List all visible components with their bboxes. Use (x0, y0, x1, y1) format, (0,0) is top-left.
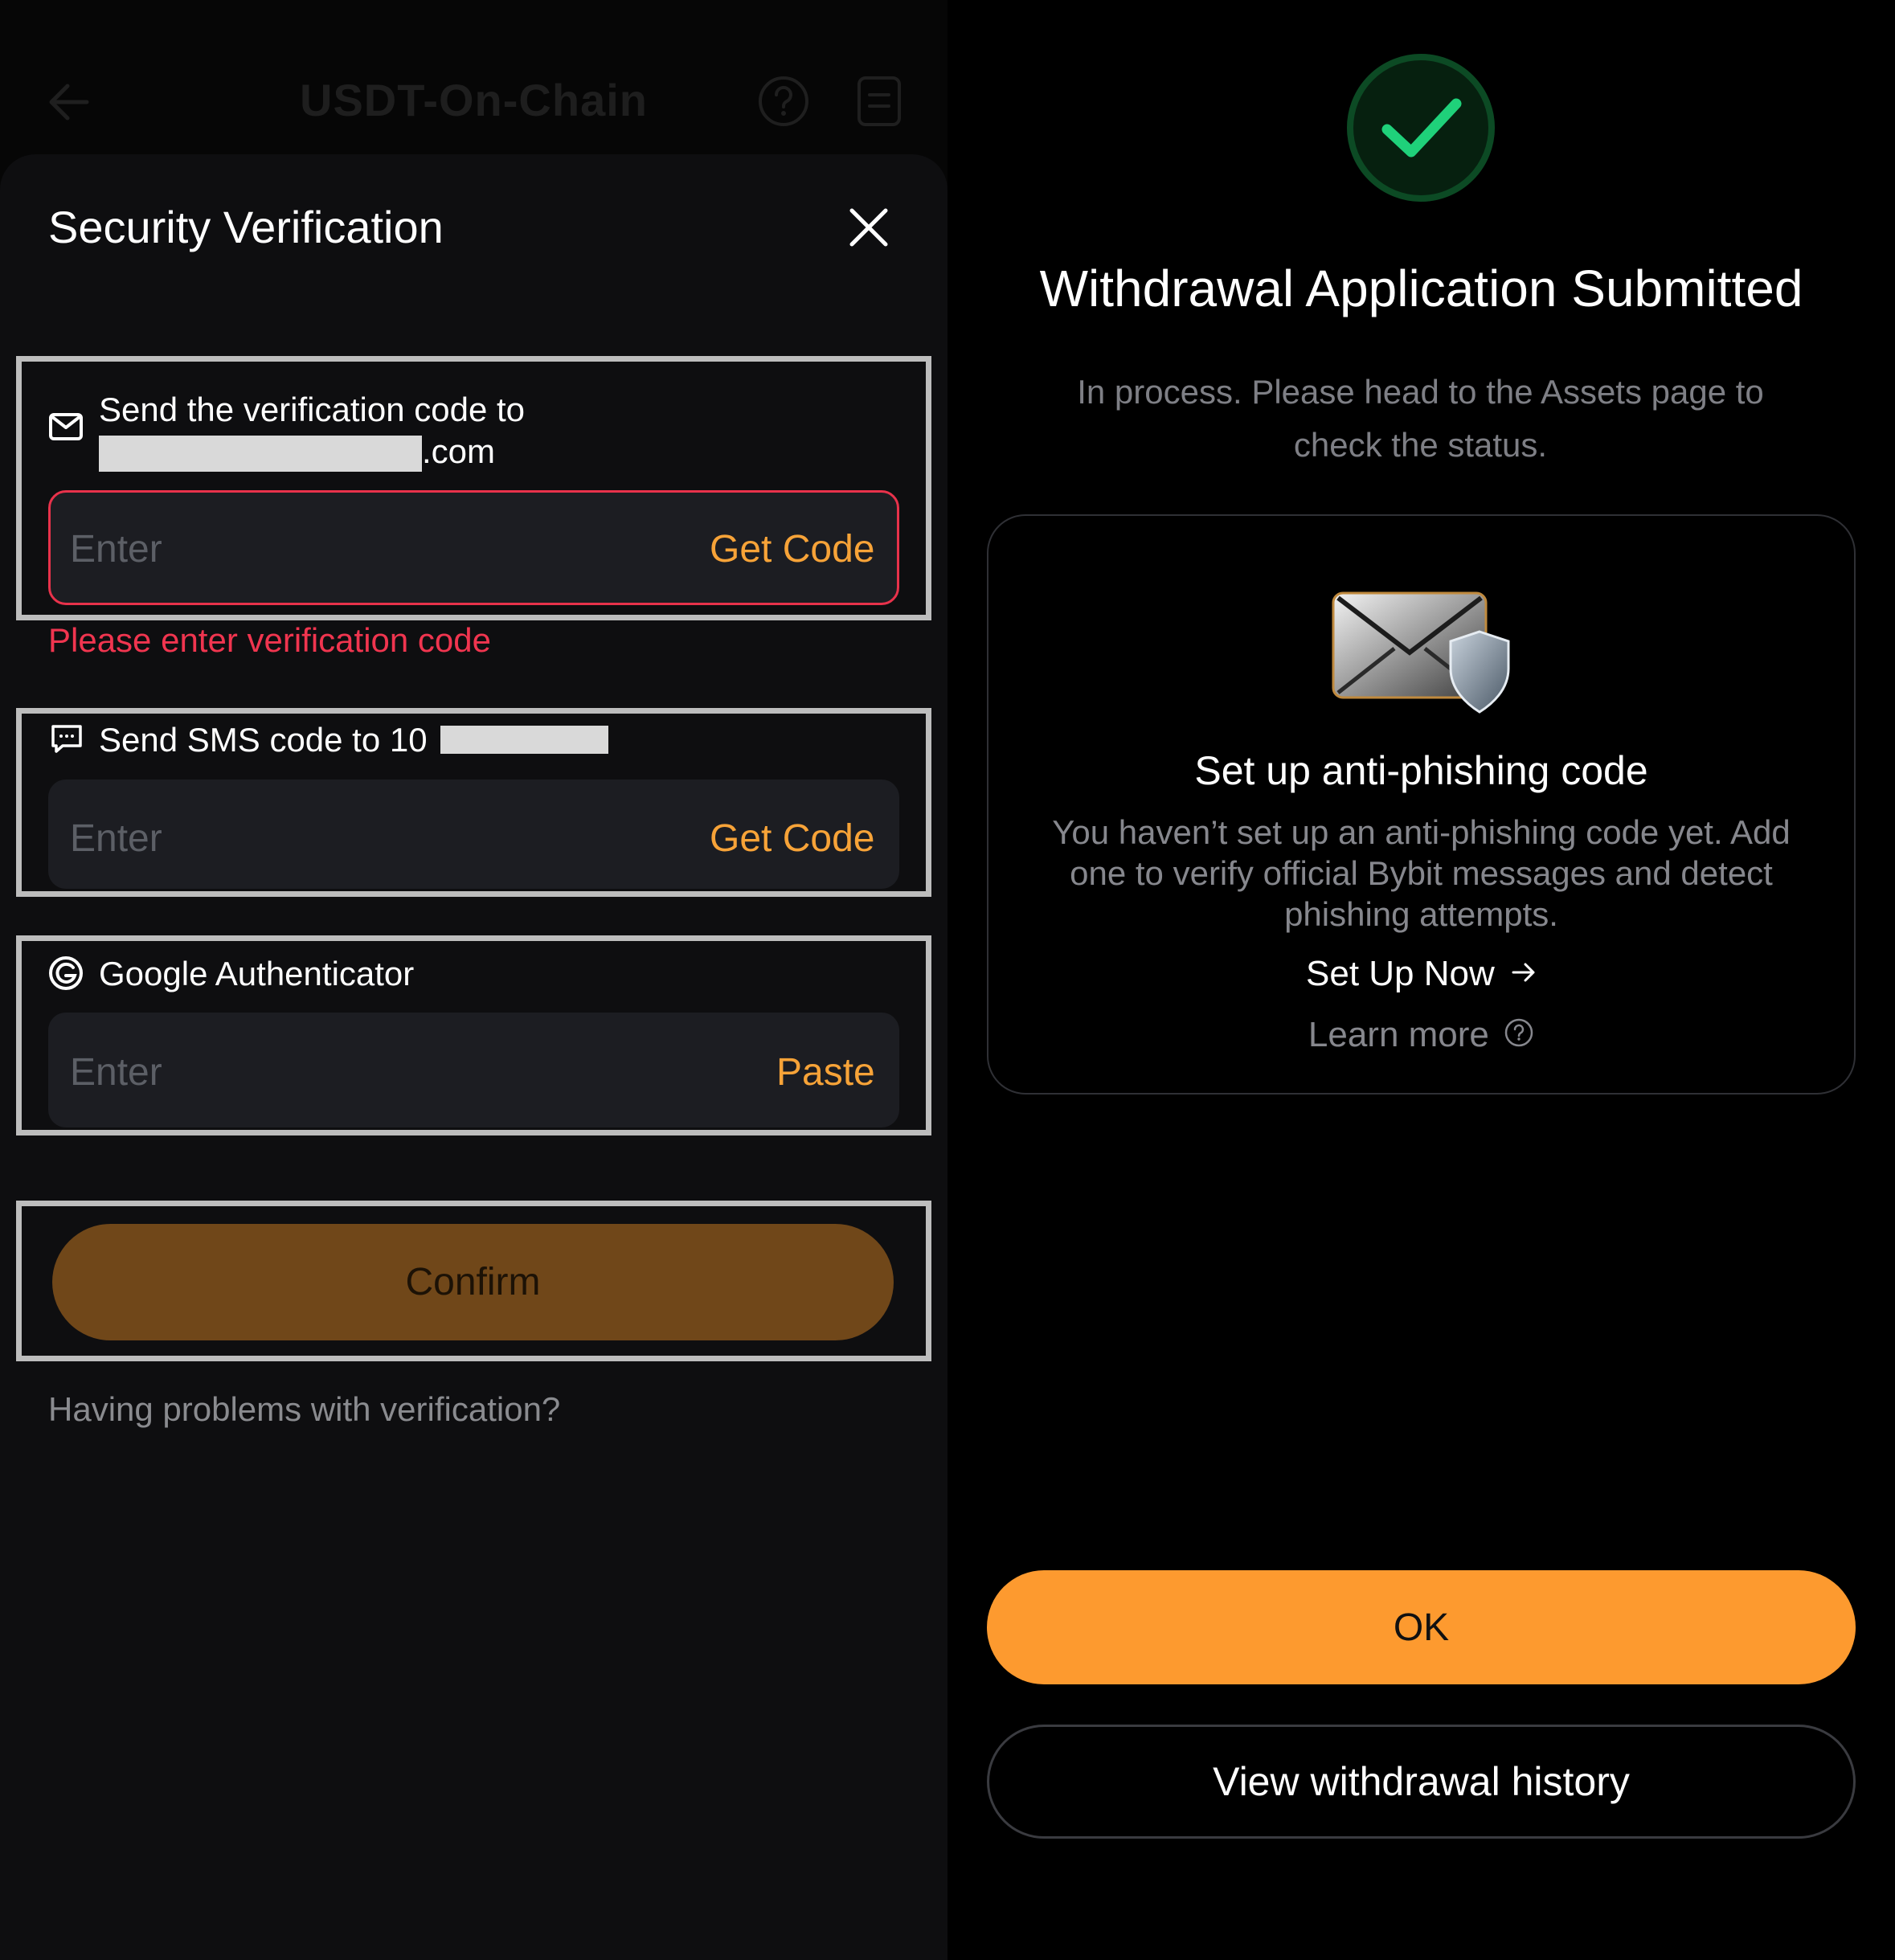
sms-code-placeholder: Enter (70, 817, 162, 860)
arrow-right-icon (1512, 963, 1535, 982)
redacted-phone-number (440, 726, 608, 754)
question-circle-icon (1504, 1019, 1533, 1047)
paste-button[interactable]: Paste (776, 1050, 875, 1095)
email-domain-suffix: .com (422, 432, 496, 470)
sheet-title: Security Verification (48, 202, 444, 252)
submission-title: Withdrawal Application Submitted (1039, 260, 1803, 317)
anti-phishing-title: Set up anti-phishing code (1194, 748, 1648, 793)
learn-more-link[interactable]: Learn more (987, 1015, 1856, 1055)
set-up-now-label: Set Up Now (1306, 954, 1495, 993)
google-code-placeholder: Enter (70, 1051, 162, 1094)
sms-label: Send SMS code to 10 (99, 721, 428, 759)
checkmark-icon (1347, 54, 1495, 202)
mail-icon (49, 413, 83, 440)
confirm-button[interactable]: Confirm (52, 1224, 894, 1340)
learn-more-label: Learn more (1308, 1015, 1489, 1054)
google-authenticator-label: Google Authenticator (99, 955, 415, 992)
mail-shield-icon (1332, 591, 1510, 714)
chat-icon (51, 725, 82, 753)
anti-phishing-description: You haven’t set up an anti-phishing code… (1052, 813, 1791, 933)
google-icon (49, 956, 83, 990)
email-label: Send the verification code to (99, 391, 526, 428)
google-code-input[interactable] (48, 1013, 899, 1127)
document-icon (857, 76, 901, 126)
sms-get-code-button[interactable]: Get Code (710, 816, 874, 861)
email-error-message: Please enter verification code (48, 621, 491, 659)
verification-help-link[interactable]: Having problems with verification? (48, 1390, 560, 1429)
question-circle-icon (759, 76, 808, 126)
set-up-now-link[interactable]: Set Up Now (987, 954, 1856, 994)
ok-button[interactable]: OK (987, 1570, 1856, 1684)
email-code-placeholder: Enter (70, 528, 162, 571)
dimmed-page-header: USDT-On-Chain (0, 0, 948, 161)
close-icon[interactable] (845, 204, 892, 251)
submission-subtitle: In process. Please head to the Assets pa… (1077, 373, 1764, 464)
redacted-email (99, 436, 422, 472)
view-withdrawal-history-button[interactable]: View withdrawal history (987, 1725, 1856, 1839)
email-get-code-button[interactable]: Get Code (710, 527, 874, 571)
